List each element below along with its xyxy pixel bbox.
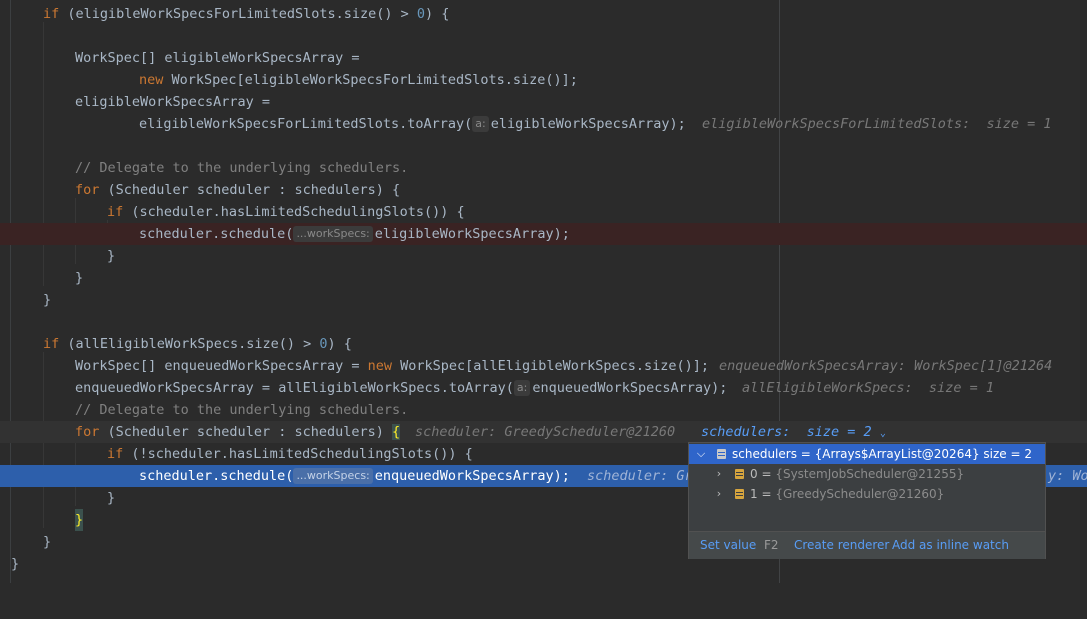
inline-debug-value: eligibleWorkSpecsForLimitedSlots: size =…: [702, 116, 1052, 132]
tree-node-schedulers[interactable]: ⌵ schedulers = {Arrays$ArrayList@20264} …: [689, 444, 1045, 464]
popup-footer: Set value F2 Create renderer Add as inli…: [689, 531, 1045, 559]
parameter-hint: a:: [513, 380, 531, 396]
code-keyword: if: [107, 446, 124, 462]
code-keyword: new: [367, 358, 392, 374]
code-text: enqueuedWorkSpecsArray);: [532, 380, 728, 396]
code-text: WorkSpec[eligibleWorkSpecsForLimitedSlot…: [163, 72, 578, 88]
inline-debug-value: scheduler: GreedyScheduler@21260: [415, 424, 676, 440]
code-line[interactable]: enqueuedWorkSpecsArray = allEligibleWork…: [0, 377, 1087, 399]
code-line[interactable]: }: [0, 289, 1087, 311]
code-text: eligibleWorkSpecsArray =: [75, 94, 271, 110]
code-text: }: [107, 248, 116, 264]
parameter-hint: a:: [472, 116, 489, 132]
node-value: {SystemJobScheduler@21255}: [775, 467, 965, 481]
chevron-right-icon[interactable]: ›: [713, 484, 725, 504]
code-line[interactable]: WorkSpec[] eligibleWorkSpecsArray =: [0, 47, 1087, 69]
field-icon: [735, 469, 744, 479]
add-inline-watch-link[interactable]: Add as inline watch: [892, 532, 1009, 559]
code-text: (Scheduler scheduler : schedulers) {: [99, 182, 401, 198]
code-line[interactable]: }: [0, 245, 1087, 267]
code-keyword: new: [139, 72, 164, 88]
breakpoint-line[interactable]: scheduler.schedule(...workSpecs: eligible…: [0, 223, 1087, 245]
code-line[interactable]: eligibleWorkSpecsArray =: [0, 91, 1087, 113]
parameter-hint: ...workSpecs:: [293, 226, 373, 242]
code-number: 0: [319, 336, 328, 352]
set-value-label: Set value: [700, 538, 757, 552]
code-line[interactable]: }: [0, 267, 1087, 289]
code-text: ) {: [327, 336, 352, 352]
code-text: enqueuedWorkSpecsArray);: [374, 468, 570, 484]
code-text: }: [43, 292, 52, 308]
code-line[interactable]: for (Scheduler scheduler : schedulers) {: [0, 179, 1087, 201]
node-value: = {Arrays$ArrayList@20264} size = 2: [796, 447, 1032, 461]
field-icon: [735, 489, 744, 499]
code-text: }: [43, 534, 52, 550]
inline-debug-value: scheduler: Gr: [587, 468, 693, 484]
code-text: }: [107, 490, 116, 506]
code-comment: // Delegate to the underlying schedulers…: [75, 402, 409, 418]
code-line[interactable]: new WorkSpec[eligibleWorkSpecsForLimited…: [0, 69, 1087, 91]
tree-node-child-1[interactable]: › 1 = {GreedyScheduler@21260}: [689, 484, 1045, 504]
inline-debug-value: allEligibleWorkSpecs: size = 1: [742, 380, 994, 396]
code-text: eligibleWorkSpecsArray);: [374, 226, 570, 242]
code-text: WorkSpec[] eligibleWorkSpecsArray =: [75, 50, 360, 66]
code-line[interactable]: // Delegate to the underlying schedulers…: [0, 157, 1087, 179]
set-value-shortcut: F2: [763, 538, 779, 552]
code-text: (scheduler.hasLimitedSchedulingSlots()) …: [123, 204, 465, 220]
field-icon: [717, 449, 726, 459]
chevron-right-icon[interactable]: ›: [713, 464, 725, 484]
node-value: {GreedyScheduler@21260}: [775, 487, 945, 501]
code-line[interactable]: if (eligibleWorkSpecsForLimitedSlots.siz…: [0, 3, 1087, 25]
code-text: }: [75, 270, 84, 286]
code-line[interactable]: // Delegate to the underlying schedulers…: [0, 399, 1087, 421]
code-text: (Scheduler scheduler : schedulers): [99, 424, 392, 440]
tree-node-child-0[interactable]: › 0 = {SystemJobScheduler@21255}: [689, 464, 1045, 484]
code-text: eligibleWorkSpecsArray);: [490, 116, 686, 132]
code-text: scheduler.schedule(: [139, 468, 294, 484]
code-text: }: [11, 556, 20, 572]
code-number: 0: [416, 6, 426, 22]
node-eq: =: [757, 467, 776, 481]
code-keyword: for: [75, 182, 100, 198]
code-line[interactable]: eligibleWorkSpecsForLimitedSlots.toArray…: [0, 113, 1087, 135]
code-comment: // Delegate to the underlying schedulers…: [75, 160, 409, 176]
code-text: enqueuedWorkSpecsArray = allEligibleWork…: [75, 380, 514, 396]
code-text: (!scheduler.hasLimitedSchedulingSlots())…: [123, 446, 473, 462]
code-line[interactable]: WorkSpec[] enqueuedWorkSpecsArray = new …: [0, 355, 1087, 377]
node-index: 1: [750, 487, 758, 501]
node-name: schedulers: [732, 447, 797, 461]
matched-brace: }: [75, 509, 84, 531]
code-text: WorkSpec[] enqueuedWorkSpecsArray =: [75, 358, 368, 374]
matched-brace: {: [392, 424, 401, 440]
code-line[interactable]: if (scheduler.hasLimitedSchedulingSlots(…: [0, 201, 1087, 223]
code-keyword: for: [75, 424, 100, 440]
code-keyword: if: [43, 336, 60, 352]
node-eq: =: [757, 487, 776, 501]
code-text: scheduler.schedule(: [139, 226, 294, 242]
code-text: eligibleWorkSpecsForLimitedSlots.toArray…: [139, 116, 473, 132]
inline-debug-value: y: Wor: [1048, 468, 1087, 484]
chevron-down-icon: ⌄: [879, 428, 886, 439]
parameter-hint: ...workSpecs:: [293, 468, 373, 484]
inline-debug-link-label: schedulers: size = 2: [701, 424, 872, 440]
inline-debug-value: enqueuedWorkSpecsArray: WorkSpec[1]@2126…: [719, 358, 1053, 374]
code-text: WorkSpec[allEligibleWorkSpecs.size()];: [392, 358, 709, 374]
code-text: (allEligibleWorkSpecs.size() >: [59, 336, 320, 352]
create-renderer-link[interactable]: Create renderer: [794, 532, 889, 559]
set-value-link[interactable]: Set value F2: [700, 532, 778, 559]
code-text: (eligibleWorkSpecsForLimitedSlots.size()…: [59, 6, 417, 22]
chevron-down-icon[interactable]: ⌵: [695, 444, 707, 464]
node-index: 0: [750, 467, 758, 481]
caret-line[interactable]: for (Scheduler scheduler : schedulers) {…: [0, 421, 1087, 443]
code-keyword: if: [43, 6, 60, 22]
code-text: ) {: [425, 6, 450, 22]
debug-value-popup[interactable]: ⌵ schedulers = {Arrays$ArrayList@20264} …: [688, 442, 1046, 559]
code-line[interactable]: if (allEligibleWorkSpecs.size() > 0) {: [0, 333, 1087, 355]
code-keyword: if: [107, 204, 124, 220]
